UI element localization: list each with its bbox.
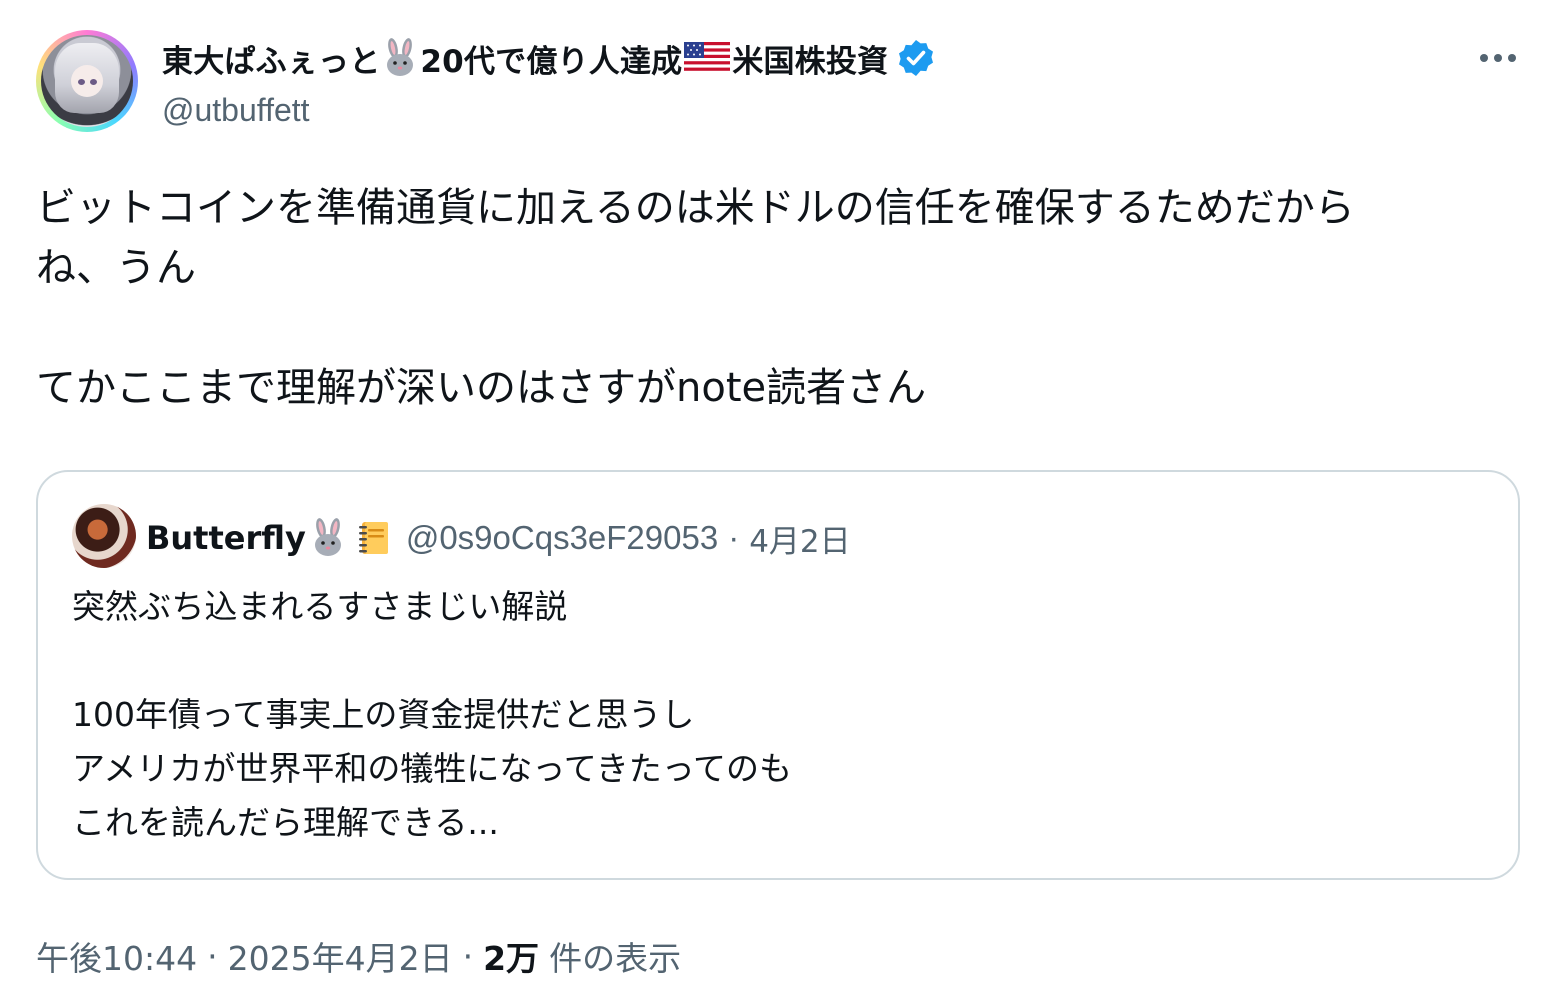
quoted-date: 4月2日	[749, 523, 851, 560]
author-name-part-2: 20代で億り人達成	[420, 43, 683, 80]
more-icon	[1480, 54, 1516, 62]
meta-separator: ·	[462, 936, 474, 976]
us-flag-icon	[684, 42, 731, 74]
verified-badge-icon	[899, 40, 934, 76]
rabbit-icon	[314, 518, 341, 556]
rabbit-icon	[387, 38, 414, 76]
avatar-eye	[90, 79, 97, 85]
meta-separator: ·	[207, 936, 218, 976]
tweet-meta: 午後10:44 · 2025年4月2日 · 2万 件の表示	[36, 930, 681, 982]
author-avatar-image	[41, 35, 133, 127]
quoted-tweet-card[interactable]: Butterfly @0s9oCqs3eF29053 · 4月2日 突然ぶち込ま…	[36, 470, 1520, 880]
author-name-part-3: 米国株投資	[732, 43, 889, 80]
tweet-text: ビットコインを準備通貨に加えるのは米ドルの信任を確保するためだから ね、うん て…	[36, 185, 1355, 411]
author-handle[interactable]: @utbuffett	[162, 92, 310, 129]
quoted-tweet-text: 突然ぶち込まれるすさまじい解説 100年債って事実上の資金提供だと思うし アメリ…	[72, 587, 793, 842]
author-name-part-1: 東大ぱふぇっと	[162, 43, 381, 80]
tweet-date[interactable]: 2025年4月2日	[228, 932, 453, 980]
author-avatar[interactable]	[36, 30, 138, 132]
notebook-icon	[358, 522, 388, 554]
quoted-tweet-header: Butterfly @0s9oCqs3eF29053 · 4月2日	[146, 516, 851, 560]
tweet-time[interactable]: 午後10:44	[36, 932, 197, 980]
more-options-button[interactable]	[1472, 38, 1524, 78]
quoted-author-handle: @0s9oCqs3eF29053	[405, 519, 719, 556]
avatar-eye	[78, 79, 85, 85]
quoted-separator: ·	[728, 519, 740, 556]
quoted-author-name: Butterfly	[146, 519, 306, 557]
avatar-face	[71, 65, 103, 97]
views-label: 件の表示	[549, 939, 682, 978]
views-count[interactable]: 2万	[483, 932, 539, 980]
author-display-name[interactable]: 東大ぱふぇっと 20代で億り人達成 米国株投資	[162, 36, 936, 80]
quoted-author-avatar	[72, 504, 136, 568]
